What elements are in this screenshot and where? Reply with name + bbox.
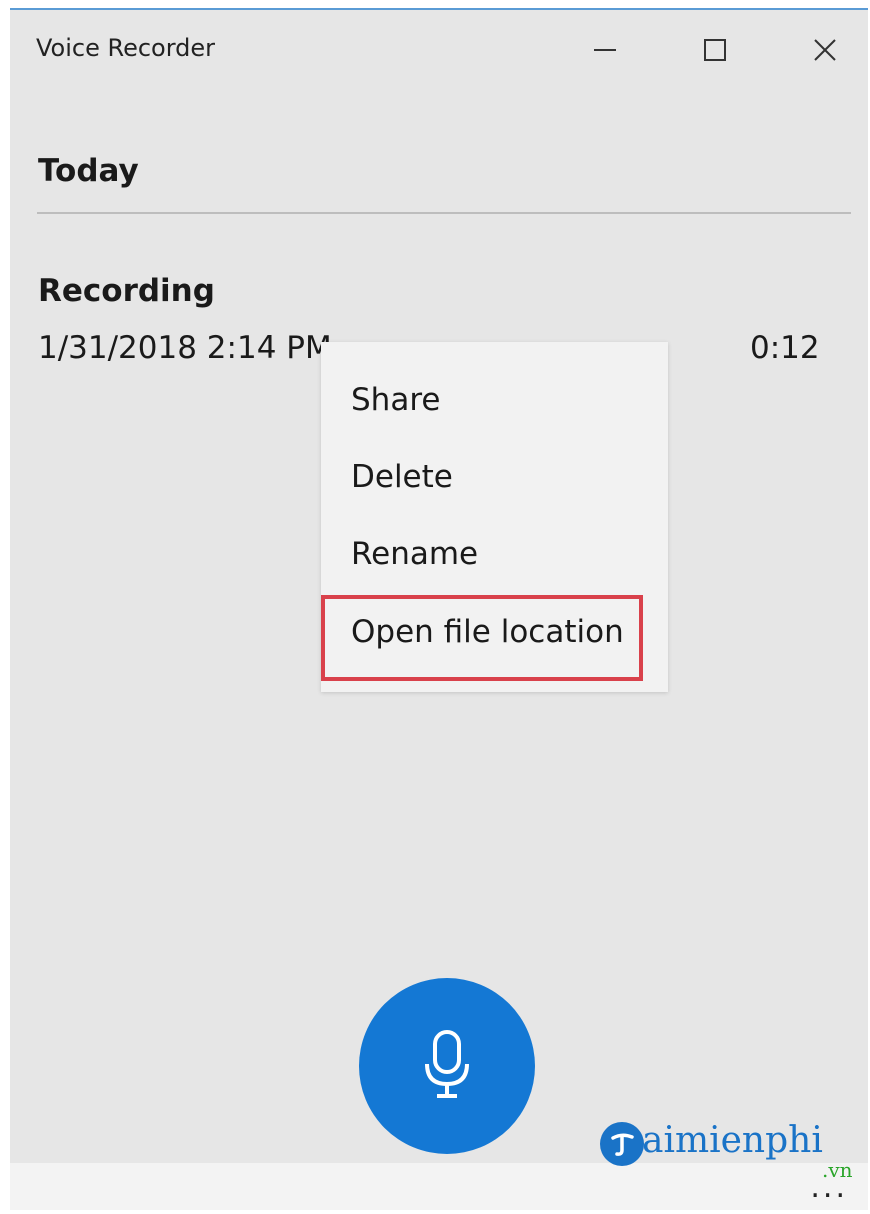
group-header-today: Today xyxy=(38,153,139,189)
menu-item-rename[interactable]: Rename xyxy=(321,519,668,589)
recording-duration: 0:12 xyxy=(750,330,820,366)
recording-name: Recording xyxy=(38,273,215,309)
recording-date: 1/31/2018 2:14 PM xyxy=(38,330,332,366)
voice-recorder-window: Voice Recorder Today Recording 1/31/2018… xyxy=(10,8,868,1210)
app-title: Voice Recorder xyxy=(36,34,216,62)
close-icon xyxy=(814,39,836,61)
watermark-logo xyxy=(600,1122,644,1166)
minimize-icon xyxy=(594,49,616,51)
divider xyxy=(37,212,851,214)
highlight-box xyxy=(321,595,643,681)
title-bar: Voice Recorder xyxy=(10,10,868,90)
maximize-icon xyxy=(704,39,726,61)
watermark-suffix: .vn xyxy=(822,1158,853,1182)
bottom-app-bar: ... xyxy=(10,1163,868,1210)
menu-item-share[interactable]: Share xyxy=(321,365,668,435)
minimize-button[interactable] xyxy=(575,20,635,80)
close-button[interactable] xyxy=(795,20,855,80)
watermark-text: aimienphi xyxy=(642,1120,823,1161)
record-button[interactable] xyxy=(359,978,535,1154)
context-menu: Share Delete Rename Open file location xyxy=(321,342,668,692)
watermark-t-icon xyxy=(611,1133,634,1156)
maximize-button[interactable] xyxy=(685,20,745,80)
menu-item-delete[interactable]: Delete xyxy=(321,442,668,512)
microphone-icon xyxy=(425,1030,469,1098)
